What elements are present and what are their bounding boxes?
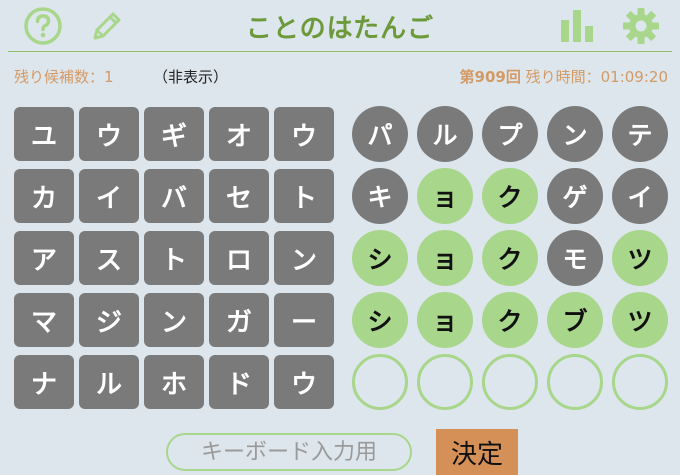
key-tile[interactable]: ウ bbox=[79, 107, 139, 161]
key-tile[interactable]: ド bbox=[209, 355, 269, 409]
key-tile[interactable]: イ bbox=[79, 169, 139, 223]
board-cell: ク bbox=[482, 168, 538, 224]
empty-cell bbox=[547, 354, 603, 410]
empty-cell bbox=[417, 354, 473, 410]
board-cell: ツ bbox=[612, 230, 668, 286]
round-and-time: 第909回 残り時間：01:09:20 bbox=[460, 66, 668, 87]
key-tile[interactable]: ス bbox=[79, 231, 139, 285]
key-tile[interactable]: カ bbox=[14, 169, 74, 223]
board-cell: キ bbox=[352, 168, 408, 224]
key-tile[interactable]: バ bbox=[144, 169, 204, 223]
board-cell: ル bbox=[417, 106, 473, 162]
header-divider bbox=[8, 51, 672, 52]
board-cell: プ bbox=[482, 106, 538, 162]
board-cell: パ bbox=[352, 106, 408, 162]
key-tile[interactable]: ウ bbox=[274, 107, 334, 161]
key-tile[interactable]: ー bbox=[274, 293, 334, 347]
board-cell: ゲ bbox=[547, 168, 603, 224]
board-cell: ツ bbox=[612, 292, 668, 348]
submit-button[interactable]: 決定 bbox=[436, 429, 518, 475]
board-cell: モ bbox=[547, 230, 603, 286]
key-tile[interactable]: ガ bbox=[209, 293, 269, 347]
status-bar: 残り候補数：1 （非表示） 第909回 残り時間：01:09:20 bbox=[0, 62, 680, 88]
board-cell: ョ bbox=[417, 292, 473, 348]
remaining-candidates: 残り候補数：1 bbox=[14, 68, 114, 86]
key-tile[interactable]: ト bbox=[274, 169, 334, 223]
stats-button[interactable] bbox=[556, 5, 598, 47]
board-cell: ョ bbox=[417, 168, 473, 224]
keyboard-input[interactable] bbox=[166, 433, 412, 471]
key-tile[interactable]: ホ bbox=[144, 355, 204, 409]
key-tile[interactable]: ロ bbox=[209, 231, 269, 285]
key-tile[interactable]: ナ bbox=[14, 355, 74, 409]
board-cell: イ bbox=[612, 168, 668, 224]
key-tile[interactable]: ン bbox=[274, 231, 334, 285]
key-tile[interactable]: ン bbox=[144, 293, 204, 347]
board-cell: ブ bbox=[547, 292, 603, 348]
board-cell: ク bbox=[482, 230, 538, 286]
board-cell: シ bbox=[352, 292, 408, 348]
board-cell: テ bbox=[612, 106, 668, 162]
empty-cell bbox=[482, 354, 538, 410]
key-tile[interactable]: ギ bbox=[144, 107, 204, 161]
key-tile[interactable]: ト bbox=[144, 231, 204, 285]
key-tile[interactable]: ウ bbox=[274, 355, 334, 409]
hidden-note: （非表示） bbox=[153, 68, 229, 86]
gear-icon bbox=[623, 8, 659, 44]
board-cell: シ bbox=[352, 230, 408, 286]
empty-cell bbox=[352, 354, 408, 410]
key-tile[interactable]: ル bbox=[79, 355, 139, 409]
empty-cell bbox=[612, 354, 668, 410]
key-tile[interactable]: ジ bbox=[79, 293, 139, 347]
stats-icon bbox=[561, 10, 593, 42]
key-tile[interactable]: セ bbox=[209, 169, 269, 223]
time-remaining: 残り時間：01:09:20 bbox=[520, 68, 668, 86]
key-tile[interactable]: ユ bbox=[14, 107, 74, 161]
board-cell: ク bbox=[482, 292, 538, 348]
header: ことのはたんご bbox=[0, 0, 680, 52]
board-cell: ン bbox=[547, 106, 603, 162]
key-tile[interactable]: マ bbox=[14, 293, 74, 347]
key-tile[interactable]: オ bbox=[209, 107, 269, 161]
key-tile[interactable]: ア bbox=[14, 231, 74, 285]
settings-button[interactable] bbox=[620, 5, 662, 47]
round-number: 第909回 bbox=[459, 68, 521, 86]
board-cell: ョ bbox=[417, 230, 473, 286]
